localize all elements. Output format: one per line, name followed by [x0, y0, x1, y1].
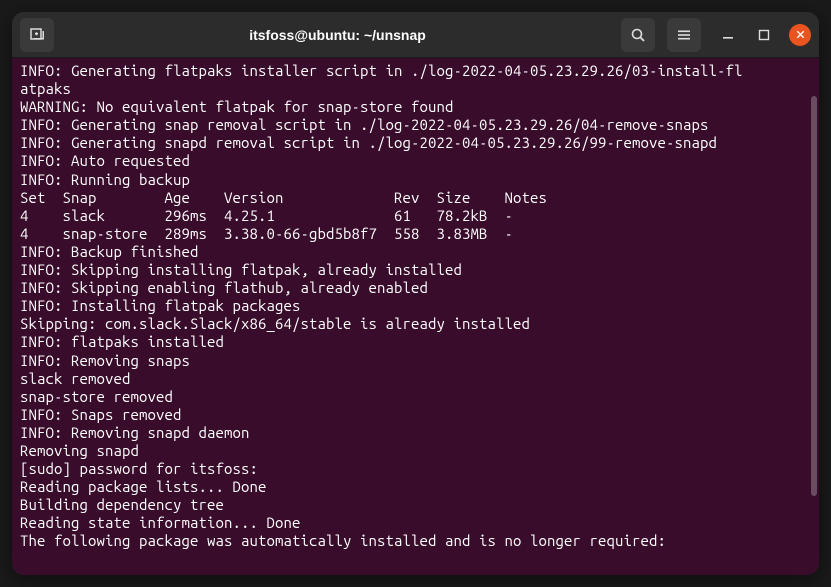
- titlebar: itsfoss@ubuntu: ~/unsnap: [12, 12, 819, 58]
- search-icon: [630, 27, 646, 43]
- maximize-icon: [758, 29, 770, 41]
- new-tab-button[interactable]: [20, 18, 54, 52]
- new-tab-icon: [29, 27, 45, 43]
- maximize-button[interactable]: [753, 24, 775, 46]
- scrollbar-thumb[interactable]: [811, 96, 817, 496]
- close-icon: [795, 29, 806, 40]
- terminal-window: itsfoss@ubuntu: ~/unsnap INFO: Ge: [12, 12, 819, 575]
- terminal-body[interactable]: INFO: Generating flatpaks installer scri…: [12, 58, 819, 575]
- hamburger-icon: [676, 27, 692, 43]
- titlebar-left: [20, 18, 54, 52]
- menu-button[interactable]: [667, 18, 701, 52]
- minimize-button[interactable]: [717, 24, 739, 46]
- close-button[interactable]: [789, 24, 811, 46]
- window-title: itsfoss@ubuntu: ~/unsnap: [54, 27, 621, 43]
- minimize-icon: [722, 29, 734, 41]
- titlebar-right: [621, 18, 811, 52]
- window-controls: [717, 24, 811, 46]
- terminal-output: INFO: Generating flatpaks installer scri…: [20, 62, 811, 551]
- search-button[interactable]: [621, 18, 655, 52]
